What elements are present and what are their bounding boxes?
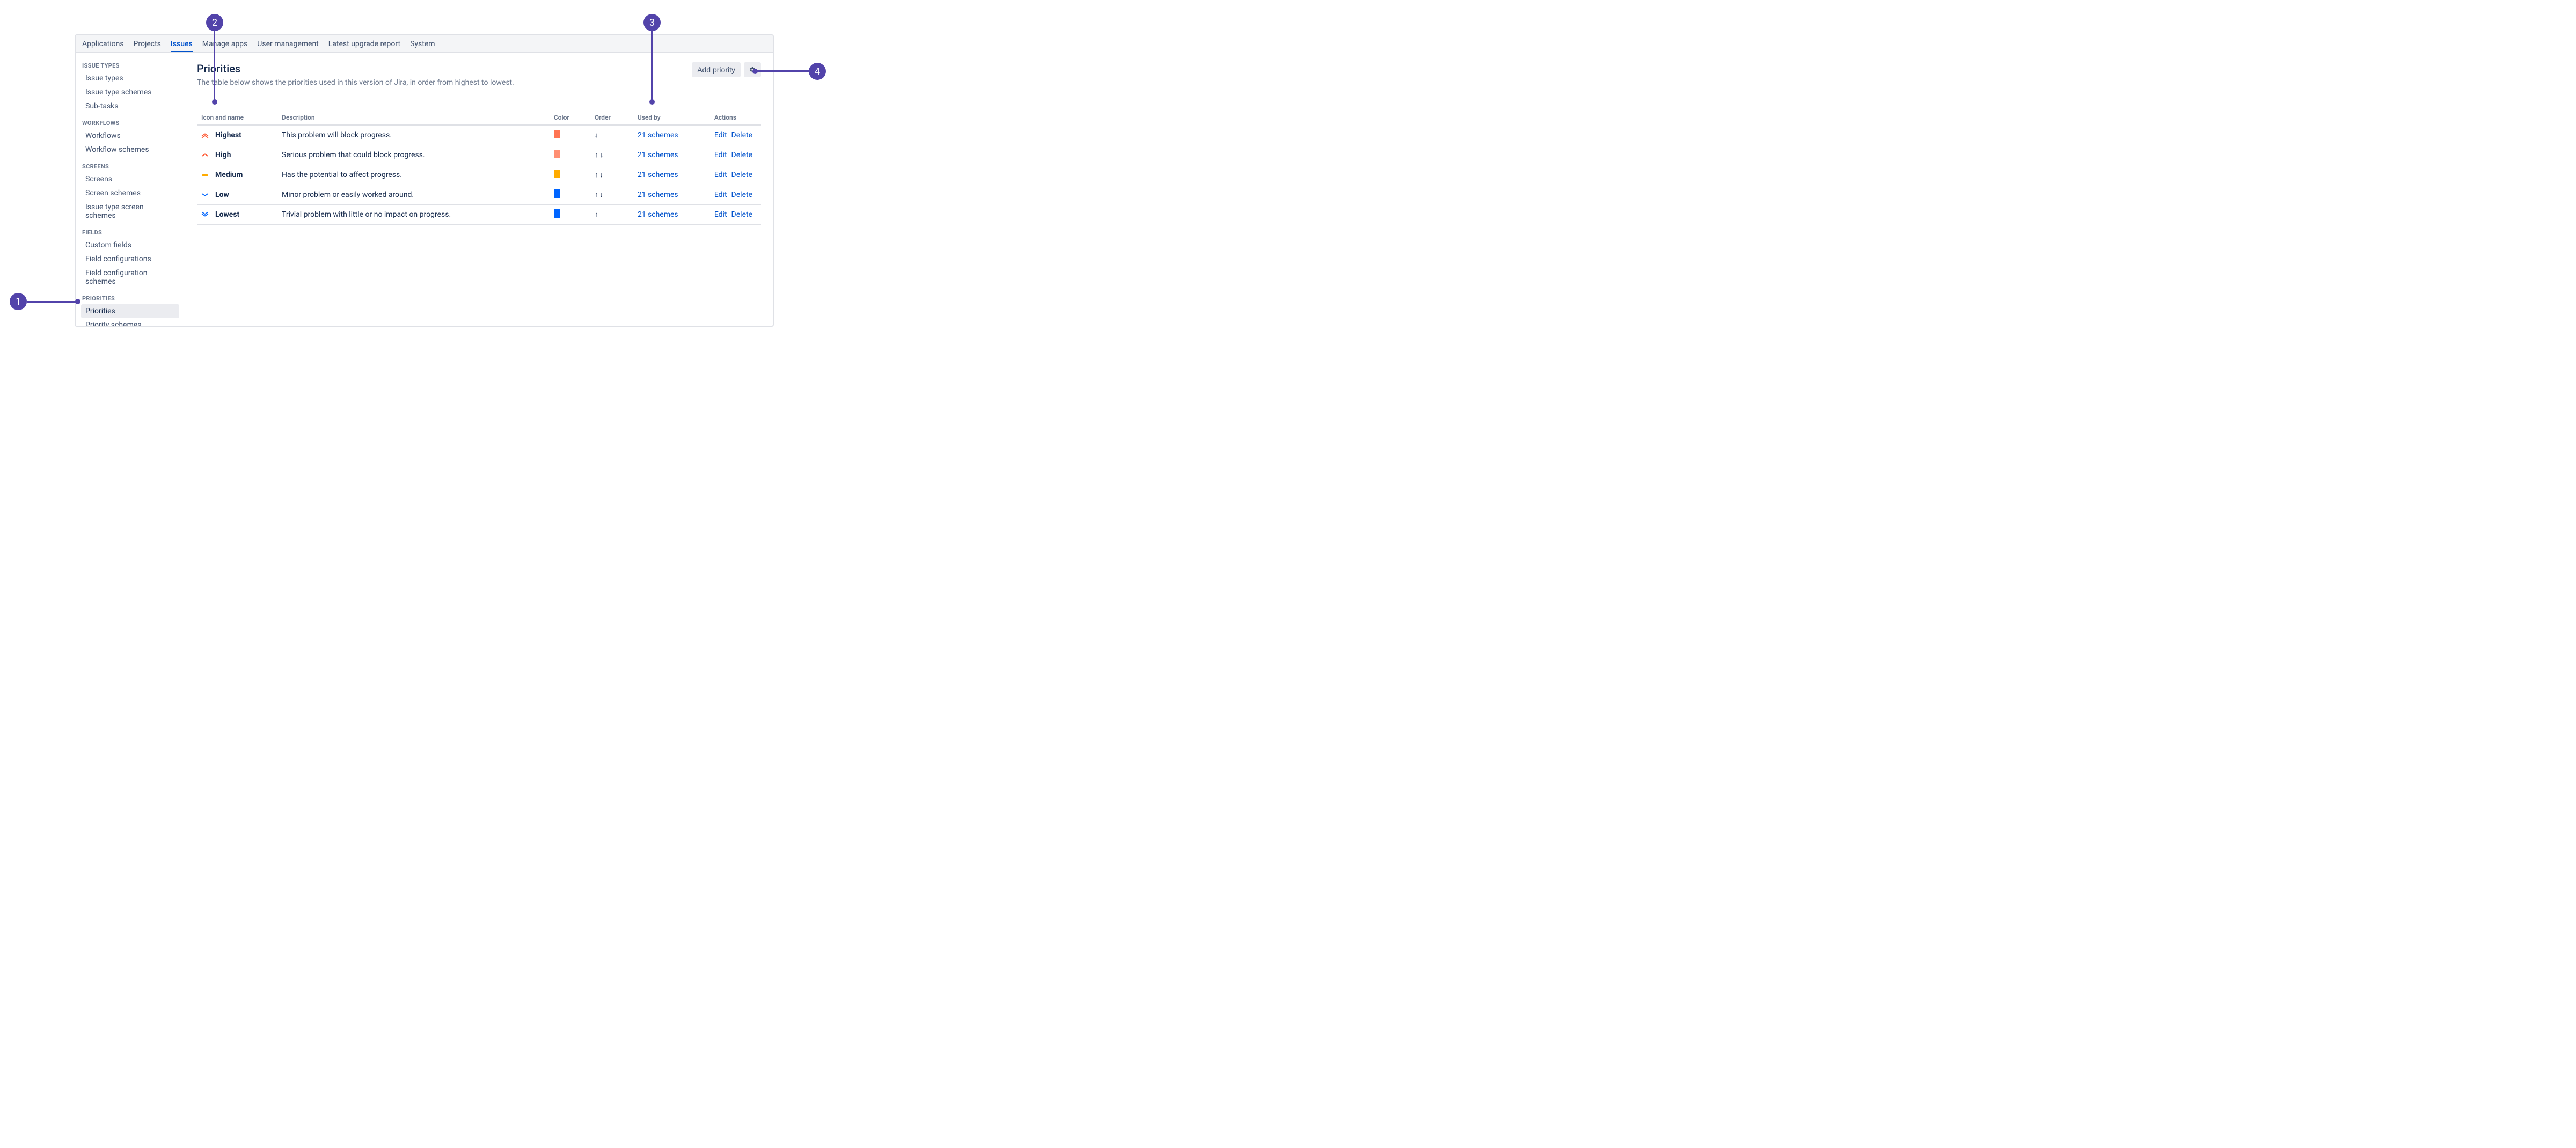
topnav-user-management[interactable]: User management: [257, 40, 318, 48]
delete-link[interactable]: Delete: [731, 131, 752, 139]
priority-row-highest: Highest This problem will block progress.…: [197, 125, 761, 145]
sidebar-item-priority-schemes[interactable]: Priority schemes: [81, 318, 179, 326]
edit-link[interactable]: Edit: [714, 131, 727, 139]
used-by-link[interactable]: 21 schemes: [638, 131, 678, 139]
priority-row-low: Low Minor problem or easily worked around…: [197, 185, 761, 205]
callout-4-line: [756, 70, 809, 72]
admin-panel: Applications Projects Issues Manage apps Use…: [75, 34, 774, 327]
sidebar-group-screens: SCREENS: [82, 163, 179, 170]
callout-1: 1: [10, 293, 27, 310]
sidebar-item-issue-type-screen-schemes[interactable]: Issue type screen schemes: [81, 200, 179, 223]
sidebar-item-screens[interactable]: Screens: [81, 172, 179, 186]
color-swatch: [554, 209, 560, 218]
sidebar-group-priorities: PRIORITIES: [82, 295, 179, 302]
color-swatch: [554, 189, 560, 198]
topnav-latest-upgrade-report[interactable]: Latest upgrade report: [328, 40, 400, 48]
priority-name: High: [215, 151, 231, 159]
priority-desc: Serious problem that could block progres…: [277, 145, 550, 165]
sidebar-item-issue-types[interactable]: Issue types: [81, 71, 179, 85]
priority-desc: Minor problem or easily worked around.: [277, 185, 550, 205]
order-arrows[interactable]: ↑ ↓: [590, 165, 633, 185]
priority-icon-lowest: [201, 211, 209, 218]
page-title: Priorities: [197, 62, 514, 75]
callout-3-dot: [649, 99, 655, 105]
used-by-link[interactable]: 21 schemes: [638, 171, 678, 179]
priority-desc: Has the potential to affect progress.: [277, 165, 550, 185]
callout-2-dot: [212, 99, 217, 105]
sidebar-item-workflows[interactable]: Workflows: [81, 129, 179, 143]
priority-name: Low: [215, 190, 229, 199]
priority-desc: Trivial problem with little or no impact…: [277, 205, 550, 225]
sidebar-group-workflows: WORKFLOWS: [82, 120, 179, 127]
topnav-applications[interactable]: Applications: [82, 40, 124, 48]
sidebar-group-fields: FIELDS: [82, 229, 179, 236]
delete-link[interactable]: Delete: [731, 171, 752, 179]
color-swatch: [554, 130, 560, 138]
edit-link[interactable]: Edit: [714, 210, 727, 219]
edit-link[interactable]: Edit: [714, 151, 727, 159]
topnav-system[interactable]: System: [410, 40, 435, 48]
priority-name: Medium: [215, 171, 243, 179]
priority-icon-high: [201, 151, 209, 159]
sidebar-item-custom-fields[interactable]: Custom fields: [81, 238, 179, 252]
order-arrows[interactable]: ↑ ↓: [590, 185, 633, 205]
col-header-desc: Description: [277, 111, 550, 125]
callout-1-dot: [75, 299, 80, 304]
sidebar-group-issue-types: ISSUE TYPES: [82, 62, 179, 69]
topnav-issues[interactable]: Issues: [171, 40, 193, 52]
edit-link[interactable]: Edit: [714, 190, 727, 199]
priorities-table: Icon and nameDescriptionColorOrderUsed b…: [197, 111, 761, 225]
sidebar-item-sub-tasks[interactable]: Sub-tasks: [81, 99, 179, 113]
col-header-color: Color: [550, 111, 590, 125]
top-nav: Applications Projects Issues Manage apps Use…: [76, 35, 773, 53]
priority-desc: This problem will block progress.: [277, 125, 550, 145]
priority-row-medium: Medium Has the potential to affect progre…: [197, 165, 761, 185]
priority-name: Highest: [215, 131, 241, 139]
callout-1-line: [27, 301, 77, 303]
sidebar-item-field-configurations[interactable]: Field configurations: [81, 252, 179, 266]
used-by-link[interactable]: 21 schemes: [638, 210, 678, 219]
page-subtitle: The table below shows the priorities use…: [197, 78, 514, 87]
priority-name: Lowest: [215, 210, 239, 219]
used-by-link[interactable]: 21 schemes: [638, 190, 678, 199]
sidebar-item-issue-type-schemes[interactable]: Issue type schemes: [81, 85, 179, 99]
order-arrows[interactable]: ↑ ↓: [590, 145, 633, 165]
used-by-link[interactable]: 21 schemes: [638, 151, 678, 159]
callout-3-line: [651, 31, 653, 101]
col-header-icon: Icon and name: [197, 111, 277, 125]
sidebar-item-priorities[interactable]: Priorities: [81, 304, 179, 318]
callout-3: 3: [643, 14, 661, 31]
sidebar-item-workflow-schemes[interactable]: Workflow schemes: [81, 143, 179, 157]
col-header-order: Order: [590, 111, 633, 125]
priority-row-high: High Serious problem that could block pro…: [197, 145, 761, 165]
callout-4: 4: [809, 63, 826, 80]
topnav-manage-apps[interactable]: Manage apps: [202, 40, 248, 48]
priority-icon-medium: [201, 171, 209, 179]
order-arrows[interactable]: ↑: [590, 205, 633, 225]
add-priority-button[interactable]: Add priority: [692, 62, 741, 77]
priority-icon-low: [201, 191, 209, 198]
main-content: Priorities The table below shows the pri…: [185, 53, 773, 326]
col-header-used: Used by: [633, 111, 710, 125]
callout-2: 2: [206, 14, 223, 31]
col-header-actions: Actions: [710, 111, 761, 125]
priority-icon-highest: [201, 131, 209, 139]
sidebar: ISSUE TYPES Issue typesIssue type schemes…: [76, 53, 185, 326]
callout-4-dot: [752, 69, 758, 74]
color-swatch: [554, 170, 560, 178]
callout-2-line: [214, 31, 215, 101]
sidebar-item-field-configuration-schemes[interactable]: Field configuration schemes: [81, 266, 179, 289]
edit-link[interactable]: Edit: [714, 171, 727, 179]
delete-link[interactable]: Delete: [731, 190, 752, 199]
sidebar-item-screen-schemes[interactable]: Screen schemes: [81, 186, 179, 200]
order-arrows[interactable]: ↓: [590, 125, 633, 145]
topnav-projects[interactable]: Projects: [134, 40, 161, 48]
color-swatch: [554, 150, 560, 158]
delete-link[interactable]: Delete: [731, 151, 752, 159]
delete-link[interactable]: Delete: [731, 210, 752, 219]
priority-row-lowest: Lowest Trivial problem with little or no …: [197, 205, 761, 225]
